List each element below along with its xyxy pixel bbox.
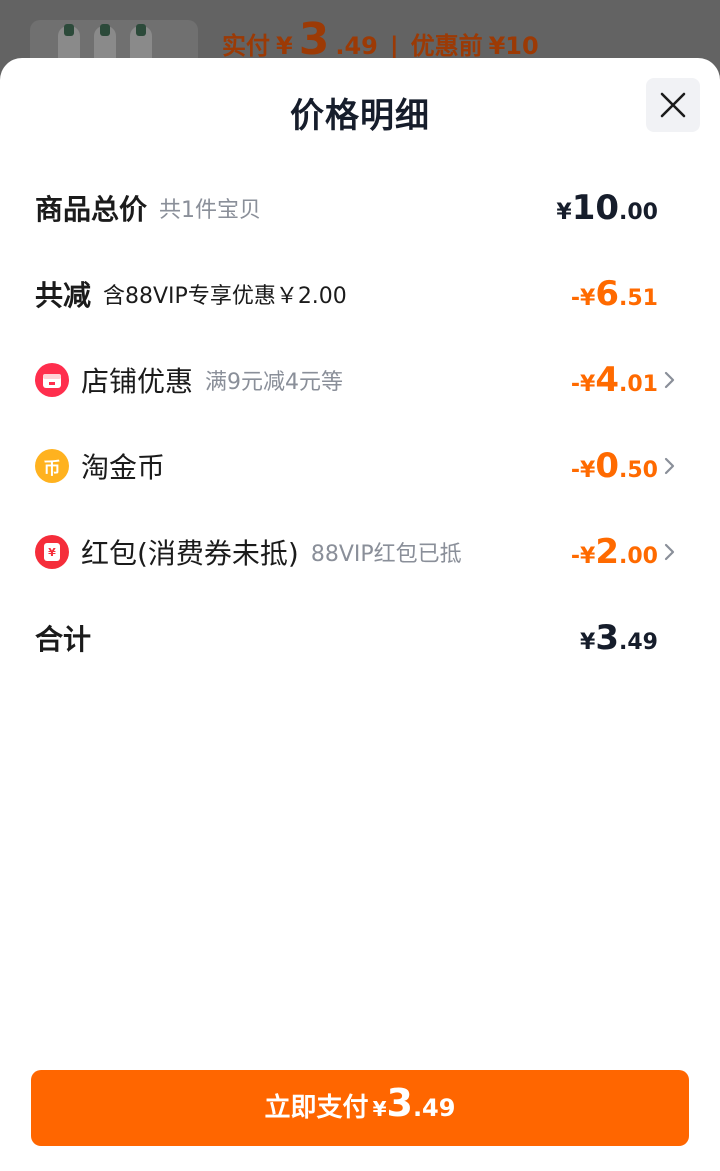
pay-label: 立即支付 bbox=[264, 1093, 369, 1123]
amount-int: 4 bbox=[595, 360, 620, 400]
packet-glyph: ¥ bbox=[44, 543, 60, 561]
shop-discount-row[interactable]: 店铺优惠 满9元减4元等 -¥ 4 .01 bbox=[0, 350, 720, 410]
price-int: 3 bbox=[298, 14, 330, 65]
row-label: 红包(消费券未抵) bbox=[81, 537, 299, 570]
amount-dec: .01 bbox=[619, 372, 658, 397]
row-label: 商品总价 bbox=[35, 193, 148, 226]
amount-int: 0 bbox=[595, 446, 620, 486]
amount-int: 6 bbox=[595, 274, 620, 314]
grand-total-row: 合计 ¥ 3 .49 bbox=[0, 608, 720, 668]
before-discount-price: ¥10 bbox=[488, 32, 539, 60]
row-label: 淘金币 bbox=[81, 451, 166, 484]
currency-symbol: ¥ bbox=[276, 32, 293, 60]
amount-dec: .00 bbox=[619, 200, 658, 225]
row-amount: -¥ 6 .51 bbox=[571, 264, 658, 324]
row-label: 共减 bbox=[35, 279, 92, 312]
amount-sign: -¥ bbox=[570, 286, 596, 311]
amount-sign: -¥ bbox=[570, 544, 596, 569]
sheet-title: 价格明细 bbox=[290, 96, 430, 136]
row-label: 店铺优惠 bbox=[81, 365, 194, 398]
coin-glyph: 币 bbox=[43, 458, 61, 479]
amount-dec: .00 bbox=[619, 544, 658, 569]
total-goods-price-row: 商品总价 共1件宝贝 ¥ 10 .00 bbox=[0, 178, 720, 238]
row-sub: 含88VIP专享优惠￥2.00 bbox=[103, 284, 347, 309]
red-packet-row[interactable]: ¥ 红包(消费券未抵) 88VIP红包已抵 -¥ 2 .00 bbox=[0, 522, 720, 582]
amount-sign: ¥ bbox=[580, 630, 596, 655]
row-amount: ¥ 3 .49 bbox=[580, 608, 658, 668]
amount-int: 10 bbox=[571, 188, 620, 228]
paid-label: 实付 bbox=[222, 32, 270, 60]
amount-sign: -¥ bbox=[570, 372, 596, 397]
row-amount: -¥ 2 .00 bbox=[571, 522, 658, 582]
row-sub: 共1件宝贝 bbox=[159, 198, 262, 223]
row-sub: 满9元减4元等 bbox=[205, 370, 344, 395]
row-amount: -¥ 0 .50 bbox=[571, 436, 658, 496]
pay-int: 3 bbox=[386, 1081, 413, 1125]
row-sub: 88VIP红包已抵 bbox=[310, 542, 462, 567]
pay-currency: ¥ bbox=[372, 1097, 387, 1121]
amount-sign: ¥ bbox=[556, 200, 572, 225]
before-discount-label: 优惠前 bbox=[410, 32, 483, 60]
chevron-right-icon bbox=[664, 543, 675, 561]
close-icon bbox=[660, 92, 686, 118]
amount-int: 2 bbox=[595, 532, 620, 572]
amount-dec: .50 bbox=[619, 458, 658, 483]
taojinbi-row[interactable]: 币 淘金币 -¥ 0 .50 bbox=[0, 436, 720, 496]
amount-sign: -¥ bbox=[570, 458, 596, 483]
amount-int: 3 bbox=[595, 618, 620, 658]
shop-icon bbox=[35, 363, 69, 397]
row-label: 合计 bbox=[35, 623, 92, 656]
price-separator: | bbox=[389, 32, 399, 60]
price-dec: .49 bbox=[335, 32, 378, 60]
pay-dec: .49 bbox=[412, 1094, 456, 1122]
row-amount: -¥ 4 .01 bbox=[571, 350, 658, 410]
red-packet-icon: ¥ bbox=[35, 535, 69, 569]
amount-dec: .49 bbox=[619, 630, 658, 655]
price-detail-sheet: 价格明细 商品总价 共1件宝贝 ¥ 10 .00 共减 含88VIP专享优惠￥2… bbox=[0, 58, 720, 1171]
row-amount: ¥ 10 .00 bbox=[556, 178, 658, 238]
coin-icon: 币 bbox=[35, 449, 69, 483]
chevron-right-icon bbox=[664, 457, 675, 475]
total-discount-row: 共减 含88VIP专享优惠￥2.00 -¥ 6 .51 bbox=[0, 264, 720, 324]
amount-dec: .51 bbox=[619, 286, 658, 311]
chevron-right-icon bbox=[664, 371, 675, 389]
close-button[interactable] bbox=[646, 78, 700, 132]
pay-now-button[interactable]: 立即支付 ¥ 3 .49 bbox=[31, 1070, 689, 1146]
